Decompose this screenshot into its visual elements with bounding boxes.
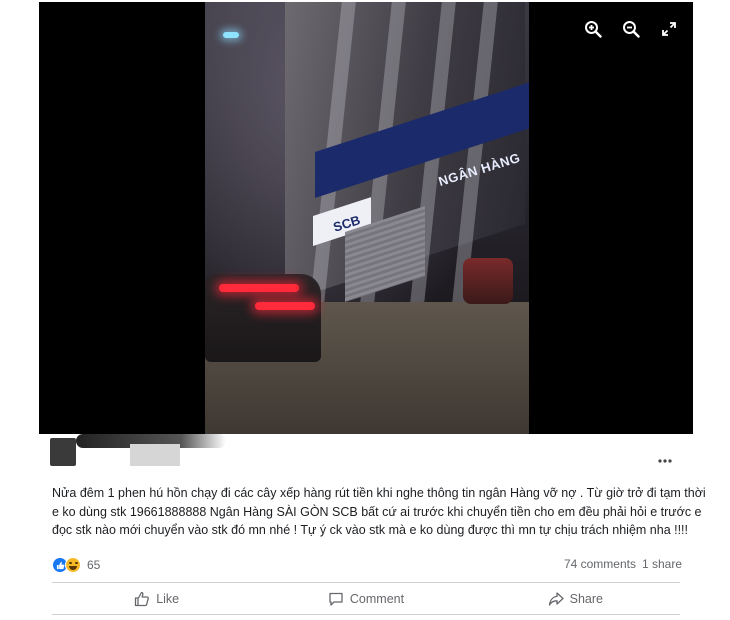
comment-label: Comment <box>349 591 405 606</box>
redacted-block <box>130 444 180 466</box>
zoom-out-button[interactable] <box>621 18 641 40</box>
zoom-out-icon <box>623 21 640 38</box>
media-toolbar <box>583 18 679 40</box>
distant-car <box>463 258 513 304</box>
post-photo[interactable]: NGÂN HÀNG SCB <box>205 2 529 434</box>
engagement-counts: 74 comments 1 share <box>564 557 682 571</box>
fullscreen-icon <box>662 22 676 36</box>
car-tail-light <box>255 302 315 310</box>
thumbs-up-icon <box>135 591 150 606</box>
avatar[interactable] <box>50 438 76 466</box>
post-stats: 65 74 comments 1 share <box>52 556 682 576</box>
post-actions: Like Comment Share <box>52 583 680 614</box>
more-options-button[interactable] <box>656 452 674 470</box>
fullscreen-button[interactable] <box>659 18 679 40</box>
comments-count-link[interactable]: 74 comments <box>564 557 636 571</box>
street-lamp <box>223 32 239 38</box>
post-media-viewer[interactable]: NGÂN HÀNG SCB <box>39 2 693 434</box>
like-button[interactable]: Like <box>52 583 261 614</box>
share-button[interactable]: Share <box>471 583 680 614</box>
post-text-line: e ko dùng stk 19661888888 Ngân Hàng SÀI … <box>52 504 702 519</box>
reaction-count: 65 <box>87 558 101 572</box>
divider <box>52 614 680 615</box>
post-text-line: Nửa đêm 1 phen hú hồn chạy đi các cây xế… <box>52 486 706 500</box>
post-author-row <box>50 432 690 472</box>
zoom-in-button[interactable] <box>583 18 603 40</box>
share-label: Share <box>569 591 603 606</box>
comment-button[interactable]: Comment <box>261 583 470 614</box>
haha-reaction-icon <box>65 557 81 573</box>
more-dots-icon <box>658 459 672 463</box>
car-tail-light <box>219 284 299 292</box>
post-text-line: đọc stk nào mới chuyển vào stk đó mn nhé… <box>52 523 689 537</box>
comment-icon <box>329 592 343 606</box>
shares-count-link[interactable]: 1 share <box>642 557 682 571</box>
zoom-in-icon <box>585 21 602 38</box>
post-body: Nửa đêm 1 phen hú hồn chạy đi các cây xế… <box>52 484 706 540</box>
reactions-summary[interactable]: 65 <box>52 557 100 573</box>
post-card: NGÂN HÀNG SCB Nửa đêm 1 phen hú hồn chạy… <box>0 0 730 620</box>
share-arrow-icon <box>548 591 564 606</box>
like-label: Like <box>156 591 180 606</box>
